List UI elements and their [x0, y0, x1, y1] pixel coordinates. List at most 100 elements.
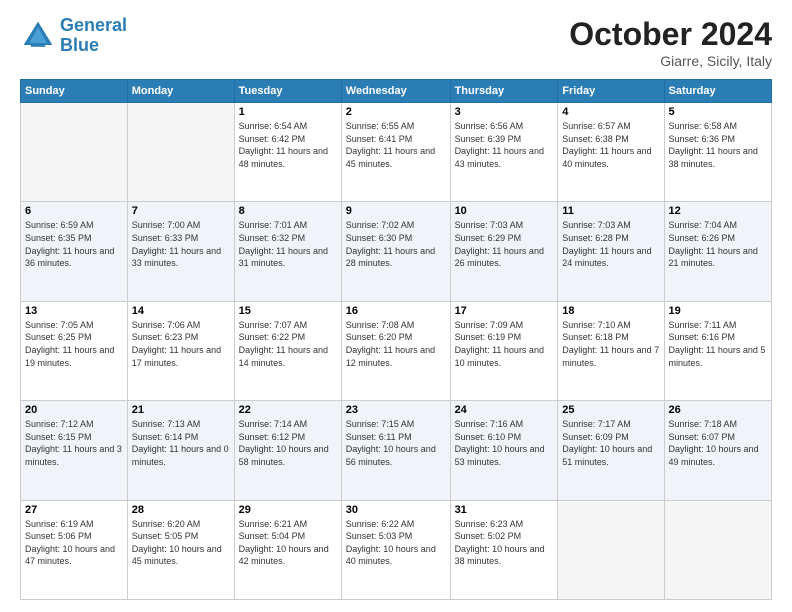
calendar-day-cell [558, 500, 664, 599]
calendar-day-cell: 22 Sunrise: 7:14 AMSunset: 6:12 PMDayligh… [234, 401, 341, 500]
calendar-day-cell [664, 500, 771, 599]
day-number: 6 [25, 205, 123, 217]
header: General Blue October 2024 Giarre, Sicily… [20, 16, 772, 69]
day-number: 11 [562, 205, 659, 217]
day-info: Sunrise: 7:15 AMSunset: 6:11 PMDaylight:… [346, 418, 446, 468]
day-info: Sunrise: 7:03 AMSunset: 6:29 PMDaylight:… [455, 219, 554, 269]
day-number: 21 [132, 404, 230, 416]
day-info: Sunrise: 7:12 AMSunset: 6:15 PMDaylight:… [25, 418, 123, 468]
day-number: 10 [455, 205, 554, 217]
calendar-day-cell: 10 Sunrise: 7:03 AMSunset: 6:29 PMDayligh… [450, 202, 558, 301]
day-number: 5 [669, 106, 767, 118]
day-number: 24 [455, 404, 554, 416]
calendar-day-cell: 18 Sunrise: 7:10 AMSunset: 6:18 PMDayligh… [558, 301, 664, 400]
page: General Blue October 2024 Giarre, Sicily… [0, 0, 792, 612]
day-number: 30 [346, 504, 446, 516]
calendar-day-cell: 29Sunrise: 6:21 AMSunset: 5:04 PMDayligh… [234, 500, 341, 599]
calendar-day-cell: 3Sunrise: 6:56 AMSunset: 6:39 PMDaylight… [450, 103, 558, 202]
day-info: Sunrise: 7:18 AMSunset: 6:07 PMDaylight:… [669, 418, 767, 468]
day-number: 18 [562, 305, 659, 317]
calendar-week-row: 6 Sunrise: 6:59 AMSunset: 6:35 PMDaylight… [21, 202, 772, 301]
day-info: Sunrise: 7:11 AMSunset: 6:16 PMDaylight:… [669, 319, 767, 369]
calendar-day-cell: 19Sunrise: 7:11 AMSunset: 6:16 PMDayligh… [664, 301, 771, 400]
calendar-day-cell: 21 Sunrise: 7:13 AMSunset: 6:14 PMDayligh… [127, 401, 234, 500]
calendar-day-cell: 4 Sunrise: 6:57 AMSunset: 6:38 PMDaylight… [558, 103, 664, 202]
day-info: Sunrise: 6:19 AMSunset: 5:06 PMDaylight:… [25, 518, 123, 568]
day-info: Sunrise: 6:59 AMSunset: 6:35 PMDaylight:… [25, 219, 123, 269]
calendar-day-cell: 30 Sunrise: 6:22 AMSunset: 5:03 PMDayligh… [341, 500, 450, 599]
calendar-day-cell: 9Sunrise: 7:02 AMSunset: 6:30 PMDaylight… [341, 202, 450, 301]
calendar-day-cell: 16 Sunrise: 7:08 AMSunset: 6:20 PMDayligh… [341, 301, 450, 400]
day-info: Sunrise: 7:17 AMSunset: 6:09 PMDaylight:… [562, 418, 659, 468]
logo-text: General Blue [60, 16, 127, 56]
logo-line1: General [60, 15, 127, 35]
day-number: 12 [669, 205, 767, 217]
calendar-day-cell: 6 Sunrise: 6:59 AMSunset: 6:35 PMDaylight… [21, 202, 128, 301]
calendar-week-row: 1 Sunrise: 6:54 AMSunset: 6:42 PMDaylight… [21, 103, 772, 202]
calendar-day-cell: 27 Sunrise: 6:19 AMSunset: 5:06 PMDayligh… [21, 500, 128, 599]
calendar-day-cell: 17 Sunrise: 7:09 AMSunset: 6:19 PMDayligh… [450, 301, 558, 400]
calendar-day-cell: 24Sunrise: 7:16 AMSunset: 6:10 PMDayligh… [450, 401, 558, 500]
logo-line2: Blue [60, 35, 99, 55]
day-number: 22 [239, 404, 337, 416]
calendar-day-cell: 26Sunrise: 7:18 AMSunset: 6:07 PMDayligh… [664, 401, 771, 500]
logo-icon [20, 18, 56, 54]
day-info: Sunrise: 6:57 AMSunset: 6:38 PMDaylight:… [562, 120, 659, 170]
day-number: 31 [455, 504, 554, 516]
day-number: 3 [455, 106, 554, 118]
calendar-day-cell: 25 Sunrise: 7:17 AMSunset: 6:09 PMDayligh… [558, 401, 664, 500]
calendar-day-header: Sunday [21, 80, 128, 103]
calendar-day-cell: 5 Sunrise: 6:58 AMSunset: 6:36 PMDaylight… [664, 103, 771, 202]
month-title: October 2024 [569, 16, 772, 53]
calendar-header-row: SundayMondayTuesdayWednesdayThursdayFrid… [21, 80, 772, 103]
calendar-day-cell: 8 Sunrise: 7:01 AMSunset: 6:32 PMDaylight… [234, 202, 341, 301]
day-info: Sunrise: 7:01 AMSunset: 6:32 PMDaylight:… [239, 219, 337, 269]
calendar-day-cell: 15Sunrise: 7:07 AMSunset: 6:22 PMDayligh… [234, 301, 341, 400]
day-info: Sunrise: 7:09 AMSunset: 6:19 PMDaylight:… [455, 319, 554, 369]
day-number: 25 [562, 404, 659, 416]
day-info: Sunrise: 7:03 AMSunset: 6:28 PMDaylight:… [562, 219, 659, 269]
calendar-day-header: Monday [127, 80, 234, 103]
day-info: Sunrise: 6:21 AMSunset: 5:04 PMDaylight:… [239, 518, 337, 568]
calendar-day-cell: 13Sunrise: 7:05 AMSunset: 6:25 PMDayligh… [21, 301, 128, 400]
calendar-day-cell: 1 Sunrise: 6:54 AMSunset: 6:42 PMDaylight… [234, 103, 341, 202]
calendar-day-cell: 2Sunrise: 6:55 AMSunset: 6:41 PMDaylight… [341, 103, 450, 202]
calendar-day-header: Tuesday [234, 80, 341, 103]
day-info: Sunrise: 7:10 AMSunset: 6:18 PMDaylight:… [562, 319, 659, 369]
day-info: Sunrise: 7:04 AMSunset: 6:26 PMDaylight:… [669, 219, 767, 269]
day-number: 1 [239, 106, 337, 118]
calendar-day-cell: 20 Sunrise: 7:12 AMSunset: 6:15 PMDayligh… [21, 401, 128, 500]
day-info: Sunrise: 6:58 AMSunset: 6:36 PMDaylight:… [669, 120, 767, 170]
calendar-week-row: 27 Sunrise: 6:19 AMSunset: 5:06 PMDayligh… [21, 500, 772, 599]
title-block: October 2024 Giarre, Sicily, Italy [569, 16, 772, 69]
day-info: Sunrise: 7:14 AMSunset: 6:12 PMDaylight:… [239, 418, 337, 468]
day-number: 17 [455, 305, 554, 317]
calendar-day-cell: 31 Sunrise: 6:23 AMSunset: 5:02 PMDayligh… [450, 500, 558, 599]
calendar-day-cell: 11 Sunrise: 7:03 AMSunset: 6:28 PMDayligh… [558, 202, 664, 301]
calendar-day-header: Thursday [450, 80, 558, 103]
calendar-day-cell: 28 Sunrise: 6:20 AMSunset: 5:05 PMDayligh… [127, 500, 234, 599]
day-number: 20 [25, 404, 123, 416]
calendar-day-header: Saturday [664, 80, 771, 103]
day-info: Sunrise: 7:08 AMSunset: 6:20 PMDaylight:… [346, 319, 446, 369]
day-info: Sunrise: 6:55 AMSunset: 6:41 PMDaylight:… [346, 120, 446, 170]
calendar-day-header: Friday [558, 80, 664, 103]
calendar-day-cell: 23Sunrise: 7:15 AMSunset: 6:11 PMDayligh… [341, 401, 450, 500]
day-info: Sunrise: 7:13 AMSunset: 6:14 PMDaylight:… [132, 418, 230, 468]
calendar-week-row: 13Sunrise: 7:05 AMSunset: 6:25 PMDayligh… [21, 301, 772, 400]
calendar-day-header: Wednesday [341, 80, 450, 103]
day-number: 13 [25, 305, 123, 317]
calendar-day-cell: 12 Sunrise: 7:04 AMSunset: 6:26 PMDayligh… [664, 202, 771, 301]
day-info: Sunrise: 6:23 AMSunset: 5:02 PMDaylight:… [455, 518, 554, 568]
day-number: 28 [132, 504, 230, 516]
day-number: 27 [25, 504, 123, 516]
day-number: 8 [239, 205, 337, 217]
day-info: Sunrise: 6:54 AMSunset: 6:42 PMDaylight:… [239, 120, 337, 170]
calendar-day-cell [21, 103, 128, 202]
day-number: 4 [562, 106, 659, 118]
day-number: 16 [346, 305, 446, 317]
day-info: Sunrise: 6:20 AMSunset: 5:05 PMDaylight:… [132, 518, 230, 568]
day-number: 7 [132, 205, 230, 217]
day-info: Sunrise: 6:22 AMSunset: 5:03 PMDaylight:… [346, 518, 446, 568]
calendar-day-cell: 14Sunrise: 7:06 AMSunset: 6:23 PMDayligh… [127, 301, 234, 400]
